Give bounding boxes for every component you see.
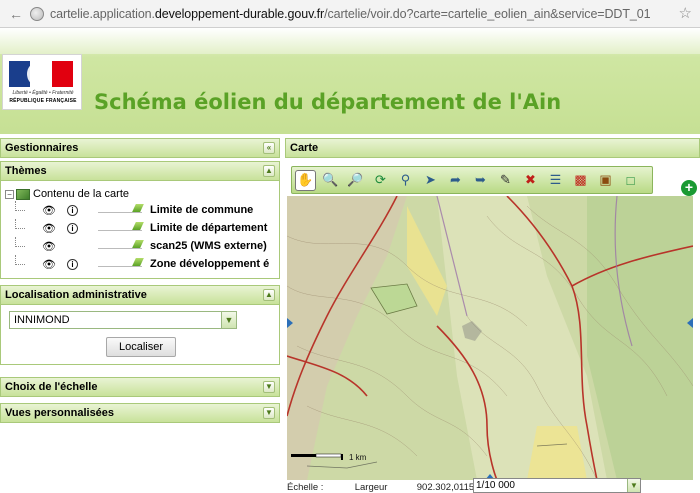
info-icon[interactable]: i — [67, 204, 78, 216]
page-title: Schéma éolien du département de l'Ain — [94, 90, 562, 114]
browser-url-bar[interactable]: ← cartelie.application.developpement-dur… — [0, 0, 700, 28]
save-icon[interactable]: ▣ — [595, 170, 616, 191]
zoom-out-icon[interactable]: 🔎 — [345, 170, 366, 191]
chevron-down-icon[interactable]: ▼ — [263, 381, 275, 393]
url-text[interactable]: cartelie.application.developpement-durab… — [50, 7, 651, 21]
topographic-map: 1 km — [287, 196, 693, 480]
chevron-down-icon[interactable]: ▼ — [263, 407, 275, 419]
localiser-button[interactable]: Localiser — [106, 337, 176, 357]
layer-row[interactable]: 👁 i Zone développement é — [5, 255, 279, 273]
slider-knob[interactable] — [132, 222, 144, 230]
layer-tree: − Contenu de la carte 👁 i Limite de commun… — [0, 181, 280, 279]
layers-icon[interactable]: ☰ — [545, 170, 566, 191]
marianne-logo: Liberté • Égalité • Fraternité RÉPUBLIQU… — [2, 54, 82, 110]
map-icon — [16, 188, 30, 200]
page-header: Liberté • Égalité • Fraternité RÉPUBLIQU… — [0, 28, 700, 134]
vues-header[interactable]: Vues personnalisées ▼ — [0, 403, 280, 423]
opacity-slider[interactable] — [98, 258, 144, 267]
zoom-in-icon[interactable]: 🔍 — [320, 170, 341, 191]
eye-icon[interactable]: 👁 — [41, 222, 57, 235]
eye-icon[interactable]: 👁 — [41, 240, 57, 253]
layer-row[interactable]: 👁 i Limite de commune — [5, 201, 279, 219]
map-toolbar: ✋ 🔍 🔎 ⟳ ⚲ ➤ ➦ ➥ ✎ ✖ ☰ ▩ ▣ □ — [291, 166, 653, 194]
info-icon[interactable]: i — [67, 258, 78, 270]
localisation-header[interactable]: Localisation administrative ▲ — [0, 285, 280, 305]
slider-knob[interactable] — [132, 258, 144, 266]
carte-header: Carte — [285, 138, 700, 158]
map-panel: Carte ✋ 🔍 🔎 ⟳ ⚲ ➤ ➦ ➥ ✎ ✖ ☰ ▩ ▣ □ + 1 km… — [285, 138, 700, 493]
select-plus-icon[interactable]: ➦ — [445, 170, 466, 191]
back-arrow-icon[interactable]: ← — [6, 4, 26, 24]
scale-select[interactable]: 1/10 000 ▼ — [473, 478, 641, 493]
echelle-label: Échelle : — [287, 482, 324, 493]
collapse-minus-icon[interactable]: − — [5, 189, 14, 199]
chevron-down-icon[interactable]: ▼ — [221, 312, 236, 328]
layer-row[interactable]: 👁 i Limite de département — [5, 219, 279, 237]
select-xy-icon[interactable]: ➥ — [470, 170, 491, 191]
tree-connector — [15, 201, 25, 211]
commune-select[interactable]: INNIMOND ▼ — [9, 311, 237, 329]
info-icon[interactable]: i — [67, 222, 78, 234]
echelle-header[interactable]: Choix de l'échelle ▼ — [0, 377, 280, 397]
opacity-slider[interactable] — [98, 240, 144, 249]
gestionnaires-header[interactable]: Gestionnaires « — [0, 138, 280, 158]
largeur-value: 902.302,01156 — [416, 482, 480, 493]
chevron-down-icon[interactable]: ▼ — [627, 479, 640, 492]
left-panel: Gestionnaires « Thèmes ▲ − Contenu de la… — [0, 138, 280, 493]
layer-name: Limite de commune — [150, 204, 254, 216]
opacity-slider[interactable] — [98, 204, 144, 213]
bookmark-star-icon[interactable]: ☆ — [679, 4, 692, 22]
eye-icon[interactable]: 👁 — [41, 258, 57, 271]
refresh-icon[interactable]: ⟳ — [370, 170, 391, 191]
chevron-up-icon[interactable]: ▲ — [263, 165, 275, 177]
eye-icon[interactable]: 👁 — [41, 204, 57, 217]
tree-connector — [15, 219, 25, 229]
fullscreen-icon[interactable]: □ — [620, 170, 641, 191]
measure-icon[interactable]: ✎ — [495, 170, 516, 191]
globe-icon — [30, 6, 44, 21]
pan-hand-icon[interactable]: ✋ — [295, 169, 316, 191]
layer-name: Limite de département — [150, 222, 268, 234]
map-canvas[interactable]: 1 km — [287, 196, 693, 480]
select-icon[interactable]: ➤ — [420, 170, 441, 191]
layer-row[interactable]: 👁 scan25 (WMS externe) — [5, 237, 279, 255]
localisation-body: INNIMOND ▼ Localiser — [0, 305, 280, 365]
clear-icon[interactable]: ✖ — [520, 170, 541, 191]
slider-knob[interactable] — [132, 204, 144, 212]
opacity-slider[interactable] — [98, 222, 144, 231]
tree-connector — [15, 237, 25, 247]
layer-name: scan25 (WMS externe) — [150, 240, 267, 252]
double-chevron-left-icon[interactable]: « — [263, 142, 275, 154]
tree-connector — [15, 255, 25, 265]
largeur-label: Largeur — [354, 482, 388, 493]
pdf-icon[interactable]: ▩ — [570, 170, 591, 191]
zoom-extent-icon[interactable]: ⚲ — [395, 170, 416, 191]
marianne-profile-icon — [27, 63, 45, 85]
themes-header[interactable]: Thèmes ▲ — [0, 161, 280, 181]
tree-root[interactable]: − Contenu de la carte — [5, 187, 279, 201]
map-scale-bar: 1 km — [349, 453, 367, 462]
layer-name: Zone développement é — [150, 258, 270, 270]
header-top-strip — [0, 28, 700, 54]
chevron-up-icon[interactable]: ▲ — [263, 289, 275, 301]
slider-knob[interactable] — [132, 240, 144, 248]
zoom-plus-icon[interactable]: + — [681, 180, 697, 196]
